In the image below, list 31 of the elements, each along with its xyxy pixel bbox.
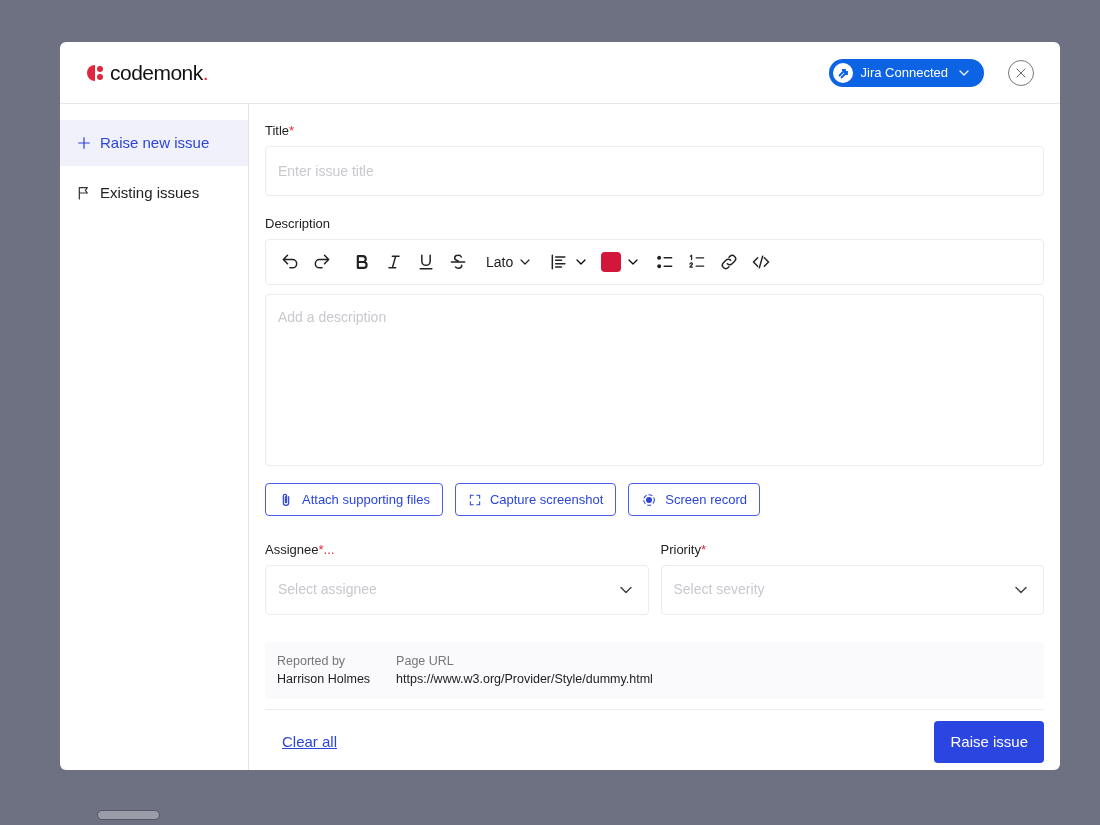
attach-button[interactable]: Attach supporting files	[265, 483, 443, 516]
sidebar-item[interactable]: Raise new issue	[60, 120, 248, 166]
undo-icon[interactable]	[280, 252, 300, 272]
field-label: Assignee*...	[265, 541, 336, 559]
redo-icon[interactable]	[312, 252, 332, 272]
sidebar-item[interactable]: Existing issues	[60, 170, 248, 216]
info-label: Reported by	[277, 652, 347, 670]
close-icon	[1014, 65, 1028, 80]
jira-connected-dropdown[interactable]: Jira Connected	[828, 58, 984, 87]
underline-icon[interactable]	[416, 252, 436, 272]
clear-all-link[interactable]: Clear all	[282, 730, 338, 754]
plus-icon	[76, 135, 92, 151]
raise-issue-button[interactable]: Raise issue	[934, 721, 1044, 763]
field-label: Description	[265, 214, 332, 233]
info-value: Harrison Holmes	[277, 671, 371, 689]
font-dropdown[interactable]: Lato	[482, 251, 538, 273]
info-label: Page URL	[396, 652, 455, 670]
attach-button[interactable]: Screen record	[628, 483, 760, 516]
info-value: https://www.w3.org/Provider/Style/dummy.html	[396, 671, 653, 689]
jira-icon	[832, 62, 853, 83]
logo-icon	[86, 63, 106, 82]
field-label: Title*	[265, 123, 295, 138]
logo-text: codemonk.	[110, 59, 208, 86]
handle-bar	[97, 810, 160, 820]
capture-icon	[467, 492, 482, 507]
field-label: Priority*	[660, 541, 707, 559]
record-icon	[641, 491, 658, 508]
code-icon[interactable]	[751, 252, 772, 272]
color-swatch[interactable]	[601, 252, 622, 272]
attach-button[interactable]: Capture screenshot	[454, 483, 617, 516]
strikethrough-icon[interactable]	[448, 252, 468, 272]
